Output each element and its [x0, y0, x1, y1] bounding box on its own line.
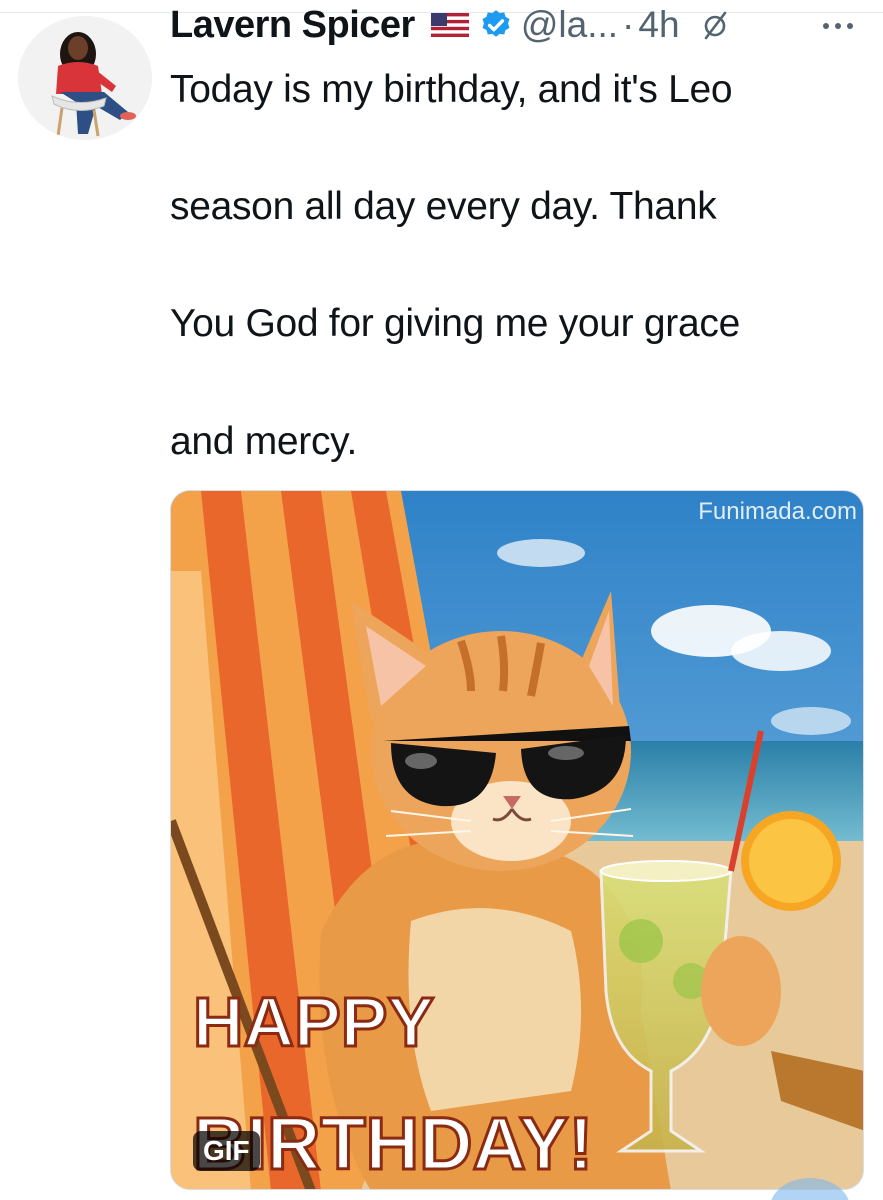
tweet-timestamp[interactable]: 4h [638, 4, 679, 46]
tweet-header: Lavern Spicer @la... · 4h [170, 0, 728, 50]
tweet-text-line: Today is my birthday, and it's Leo [170, 68, 733, 111]
tweet-view: Lavern Spicer @la... · 4h Today is my bi… [0, 0, 883, 1200]
author-name[interactable]: Lavern Spicer [170, 4, 415, 47]
gif-media[interactable]: Funimada.com HAPPY BIRTHDAY! GIF [170, 490, 864, 1190]
tweet-text-line: You God for giving me your grace [170, 302, 740, 345]
grok-icon[interactable] [702, 10, 728, 40]
more-options-icon[interactable] [818, 16, 862, 36]
verified-badge-icon[interactable] [479, 8, 513, 42]
meta-separator: · [622, 4, 635, 45]
watermark-text: Funimada.com [698, 498, 857, 525]
gif-badge: GIF [193, 1131, 260, 1171]
avatar[interactable] [18, 16, 152, 140]
us-flag-icon [430, 13, 469, 37]
author-handle[interactable]: @la... [521, 4, 618, 46]
tweet-text-line: and mercy. [170, 420, 358, 463]
tweet-text-line: season all day every day. Thank [170, 185, 717, 228]
gif-caption-line1: HAPPY [193, 983, 434, 1061]
